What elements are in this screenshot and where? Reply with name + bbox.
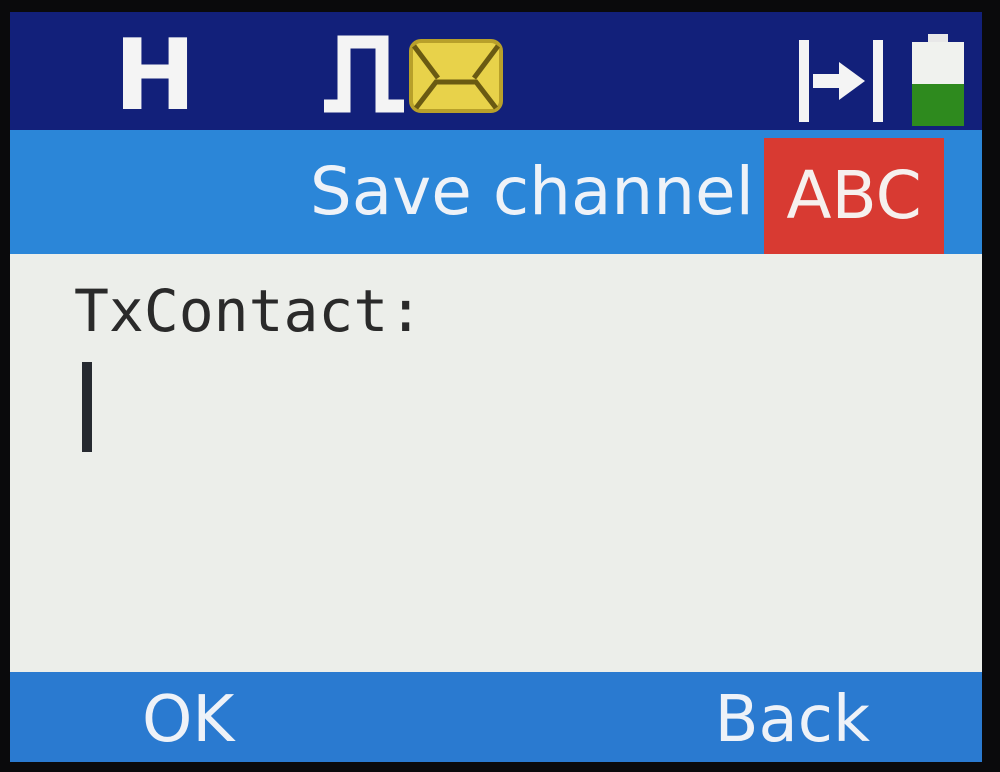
pulse-icon [324,35,404,113]
back-softkey[interactable]: Back [715,684,870,756]
edit-panel: TxContact: [10,254,982,672]
message-icon [409,39,503,113]
signal-icon [799,40,883,122]
screen-title: Save channel [309,153,754,230]
ok-softkey[interactable]: OK [142,684,234,756]
txcontact-input[interactable] [74,354,914,454]
input-mode-badge[interactable]: ABC [764,138,944,254]
power-mode-indicator: H [114,19,197,133]
txcontact-label: TxContact: [74,277,424,345]
title-bar: Save channel ABC [10,130,982,254]
radio-device: H Save channel ABC TxContact: OK Back [0,0,1000,772]
battery-icon [912,34,964,126]
radio-screen: H Save channel ABC TxContact: OK Back [10,12,982,762]
softkey-bar: OK Back [10,672,982,762]
text-cursor [82,362,92,452]
status-bar: H [10,12,982,130]
